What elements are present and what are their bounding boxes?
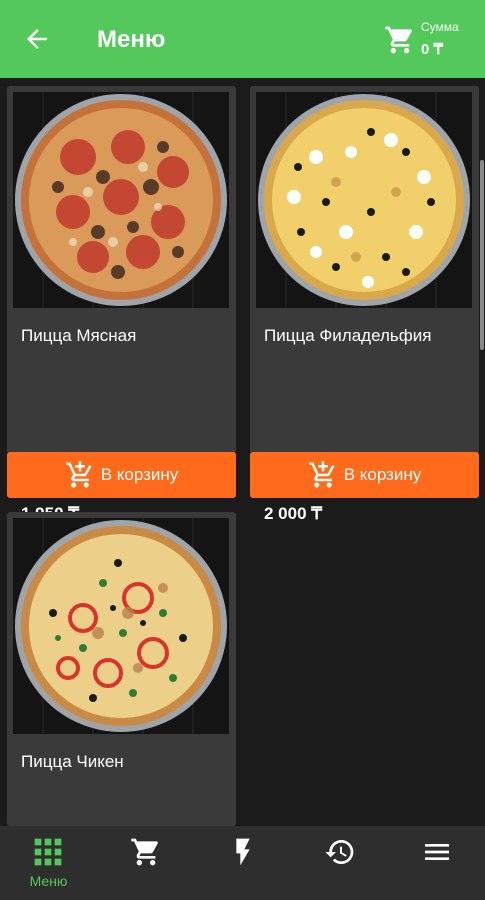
grid-icon bbox=[34, 838, 62, 866]
product-card-meat[interactable]: Пицца Мясная 1 950 ₸ bbox=[7, 86, 236, 523]
add-to-cart-label: В корзину bbox=[343, 465, 422, 484]
add-shopping-cart-icon bbox=[65, 461, 92, 488]
cart-icon bbox=[131, 838, 158, 866]
add-to-cart-button[interactable]: В корзину bbox=[7, 452, 236, 498]
scrollbar[interactable] bbox=[480, 160, 484, 350]
menu-icon bbox=[425, 844, 449, 860]
product-price: 2 000 ₸ bbox=[264, 504, 323, 523]
nav-label-menu: Меню bbox=[29, 873, 68, 889]
nav-item-more[interactable] bbox=[388, 826, 485, 900]
nav-item-history[interactable] bbox=[291, 826, 388, 900]
cart-icon[interactable] bbox=[384, 24, 416, 56]
nav-item-cart[interactable] bbox=[97, 826, 194, 900]
pizza-image bbox=[256, 92, 472, 308]
nav-item-menu[interactable]: Меню bbox=[0, 826, 97, 900]
lightning-icon bbox=[236, 838, 250, 866]
pizza-image bbox=[13, 518, 229, 734]
add-to-cart-label: В корзину bbox=[100, 465, 179, 484]
product-name: Пицца Чикен bbox=[21, 752, 124, 771]
sum-value: 0 ₸ bbox=[421, 41, 444, 58]
app-bar: Меню Сумма 0 ₸ bbox=[0, 0, 485, 78]
product-name: Пицца Мясная bbox=[21, 326, 137, 345]
product-card-chicken[interactable]: Пицца Чикен bbox=[7, 512, 236, 826]
add-shopping-cart-icon bbox=[308, 461, 335, 488]
bottom-navigation: Меню bbox=[0, 826, 485, 900]
sum-label: Сумма bbox=[421, 20, 459, 34]
page-title: Меню bbox=[97, 26, 166, 53]
back-arrow-icon[interactable] bbox=[22, 24, 52, 54]
product-card-philadelphia[interactable]: Пицца Филадельфия 2 000 ₸ bbox=[250, 86, 479, 523]
pizza-image bbox=[13, 92, 229, 308]
add-to-cart-button[interactable]: В корзину bbox=[250, 452, 479, 498]
history-icon bbox=[325, 840, 354, 864]
product-name: Пицца Филадельфия bbox=[264, 326, 432, 345]
nav-item-promo[interactable] bbox=[194, 826, 291, 900]
